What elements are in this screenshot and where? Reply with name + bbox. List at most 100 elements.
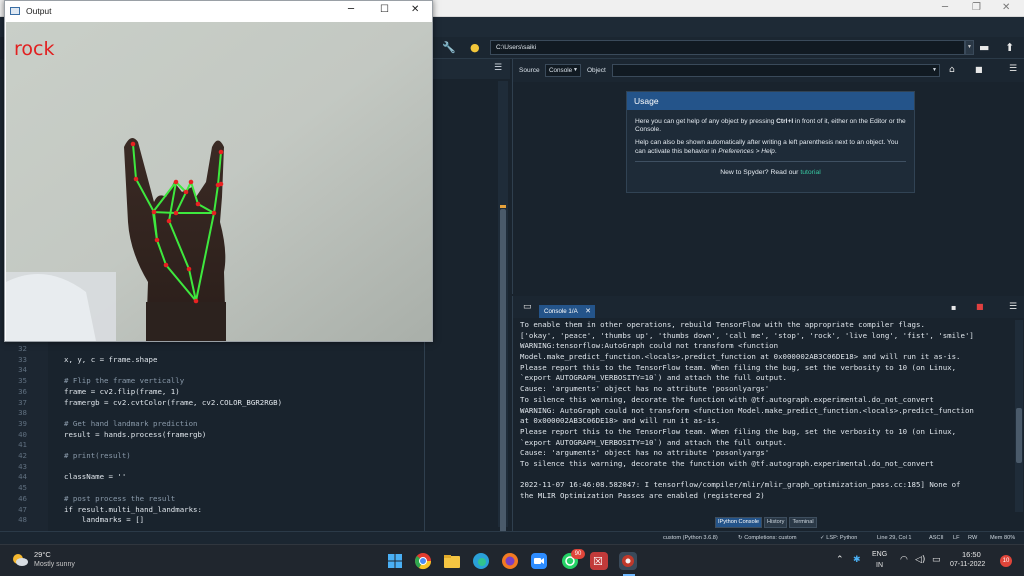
line-number: 39 <box>18 418 27 428</box>
weather-icon[interactable] <box>12 553 28 567</box>
new-console-icon[interactable]: ▭ <box>523 302 532 312</box>
spyder-icon[interactable] <box>619 552 637 570</box>
clock-time[interactable]: 16:50 <box>962 550 981 559</box>
folder-icon[interactable]: ▬ <box>979 41 989 54</box>
maximize-icon[interactable]: ☐ <box>380 4 389 15</box>
edge-icon[interactable] <box>472 552 490 570</box>
code-line[interactable]: 43 <box>0 462 420 473</box>
taskbar: 29°C Mostly sunny 90 ☒ ⌃ ✱ ENG IN ◠ ◁) ▭… <box>0 544 1024 576</box>
help-options-icon[interactable]: ☰ <box>1009 64 1017 74</box>
status-eol: LF <box>953 535 960 541</box>
code-line[interactable]: 34 <box>0 365 420 376</box>
console-tab[interactable]: Console 1/A ✕ <box>539 305 595 318</box>
start-icon[interactable] <box>386 552 404 570</box>
console-line: the MLIR Optimization Passes are enabled… <box>520 491 765 500</box>
code-text: # Get hand landmark prediction <box>64 418 198 428</box>
usage-divider <box>635 160 906 162</box>
code-line[interactable]: 36 frame = cv2.flip(frame, 1) <box>0 387 420 398</box>
spyder-toolbar: 🔧 ● C:\Users\saiki ▼ ▬ ⬆ <box>432 37 1024 59</box>
code-line[interactable]: 46 # post process the result <box>0 494 420 505</box>
console-tab-close-icon[interactable]: ✕ <box>585 305 591 318</box>
editor-scrollbar-thumb[interactable] <box>500 209 506 576</box>
console-output[interactable]: To enable them in other operations, rebu… <box>520 320 1012 512</box>
code-line[interactable]: 48 landmarks = [] <box>0 515 420 526</box>
home-icon[interactable]: ⌂ <box>949 65 955 75</box>
pane-tab[interactable]: Terminal <box>789 517 817 528</box>
editor-options-icon[interactable]: ☰ <box>494 63 502 73</box>
line-number: 37 <box>18 397 27 407</box>
python-icon[interactable]: ● <box>470 41 480 54</box>
status-completions[interactable]: ↻ Completions: custom <box>738 535 796 541</box>
working-directory-input[interactable]: C:\Users\saiki <box>490 40 965 55</box>
language-primary[interactable]: ENG <box>872 551 887 558</box>
source-combo[interactable]: Console ▼ <box>545 64 581 77</box>
zoom-icon[interactable] <box>530 552 548 570</box>
lock-icon[interactable]: ■ <box>975 65 983 74</box>
working-directory-dropdown[interactable]: ▼ <box>965 40 974 55</box>
console-scrollbar-thumb[interactable] <box>1016 408 1022 463</box>
file-explorer-icon[interactable] <box>443 552 461 570</box>
status-lsp[interactable]: ✓ LSP: Python <box>820 535 857 541</box>
object-label: Object <box>587 67 606 74</box>
spyder-close-icon[interactable]: ✕ <box>1002 2 1010 13</box>
console-line: `export AUTOGRAPH_VERBOSITY=10`) and att… <box>520 373 787 383</box>
code-line[interactable]: 40 result = hands.process(framergb) <box>0 430 420 441</box>
tutorial-link[interactable]: tutorial <box>800 169 820 176</box>
arrow-up-icon[interactable]: ⬆ <box>1005 41 1014 54</box>
wifi-icon[interactable]: ◠ <box>900 555 908 565</box>
language-secondary[interactable]: IN <box>876 562 883 569</box>
weather-desc[interactable]: Mostly sunny <box>34 561 75 568</box>
console-toolbar: ▭ Console 1/A ✕ ▪ ■ ☰ <box>513 296 1024 318</box>
object-input[interactable]: ▼ <box>612 64 940 77</box>
spyder-restore-icon[interactable]: ❐ <box>972 2 981 13</box>
spyder-minimize-icon[interactable]: ─ <box>942 2 948 13</box>
output-title-bar[interactable]: Output ─ ☐ ✕ <box>5 1 432 22</box>
code-line[interactable]: 39 # Get hand landmark prediction <box>0 419 420 430</box>
status-env[interactable]: custom (Python 3.6.8) <box>663 535 718 541</box>
code-text: # Flip the frame vertically <box>64 376 185 386</box>
pane-tab[interactable]: IPython Console <box>715 517 763 528</box>
code-line[interactable]: 33 x, y, c = frame.shape <box>0 355 420 366</box>
chevron-up-icon[interactable]: ⌃ <box>836 555 844 565</box>
code-line[interactable]: 42 # print(result) <box>0 451 420 462</box>
interrupt-icon[interactable]: ▪ <box>951 303 956 312</box>
status-encoding: ASCII <box>929 535 944 541</box>
console-line: Please report this to the TensorFlow tea… <box>520 426 957 436</box>
line-number: 32 <box>18 344 27 353</box>
chrome-icon[interactable] <box>414 552 432 570</box>
usage-card: Usage Here you can get help of any objec… <box>626 91 915 193</box>
battery-icon[interactable]: ▭ <box>932 555 941 565</box>
close-icon[interactable]: ✕ <box>411 4 419 15</box>
weather-temp[interactable]: 29°C <box>34 550 51 559</box>
output-window[interactable]: Output ─ ☐ ✕ rock <box>4 0 433 342</box>
line-number: 46 <box>18 493 27 503</box>
bluetooth-icon[interactable]: ✱ <box>853 555 861 565</box>
console-line: Model.make_predict_function.<locals>.pre… <box>520 352 961 362</box>
clock-date[interactable]: 07-11-2022 <box>950 561 985 568</box>
code-line[interactable]: 35 # Flip the frame vertically <box>0 376 420 387</box>
pane-tab[interactable]: History <box>764 517 788 528</box>
volume-icon[interactable]: ◁) <box>915 555 925 565</box>
app-icon[interactable]: ☒ <box>590 552 608 570</box>
code-line[interactable]: 37 framergb = cv2.cvtColor(frame, cv2.COL… <box>0 398 420 409</box>
code-line[interactable]: 47 if result.multi_hand_landmarks: <box>0 505 420 516</box>
stop-icon[interactable]: ■ <box>976 302 984 311</box>
console-line: Cause: 'arguments' object has no attribu… <box>520 448 770 458</box>
status-cursor-position: Line 29, Col 1 <box>877 535 912 541</box>
code-line[interactable]: 38 <box>0 408 420 419</box>
line-number: 41 <box>18 440 27 450</box>
notification-badge[interactable]: 10 <box>1000 555 1012 567</box>
line-number: 36 <box>18 386 27 396</box>
firefox-icon[interactable] <box>501 552 519 570</box>
code-line[interactable]: 32 <box>0 344 420 355</box>
minimize-icon[interactable]: ─ <box>348 4 354 15</box>
line-number: 34 <box>18 365 27 375</box>
console-options-icon[interactable]: ☰ <box>1009 302 1017 312</box>
code-line[interactable]: 45 <box>0 483 420 494</box>
code-line[interactable]: 44 className = '' <box>0 472 420 483</box>
whatsapp-badge: 90 <box>571 549 585 559</box>
code-text: framergb = cv2.cvtColor(frame, cv2.COLOR… <box>64 397 283 407</box>
status-bar: custom (Python 3.6.8) ↻ Completions: cus… <box>0 531 1024 544</box>
code-line[interactable]: 41 <box>0 440 420 451</box>
wrench-icon[interactable]: 🔧 <box>442 41 456 54</box>
